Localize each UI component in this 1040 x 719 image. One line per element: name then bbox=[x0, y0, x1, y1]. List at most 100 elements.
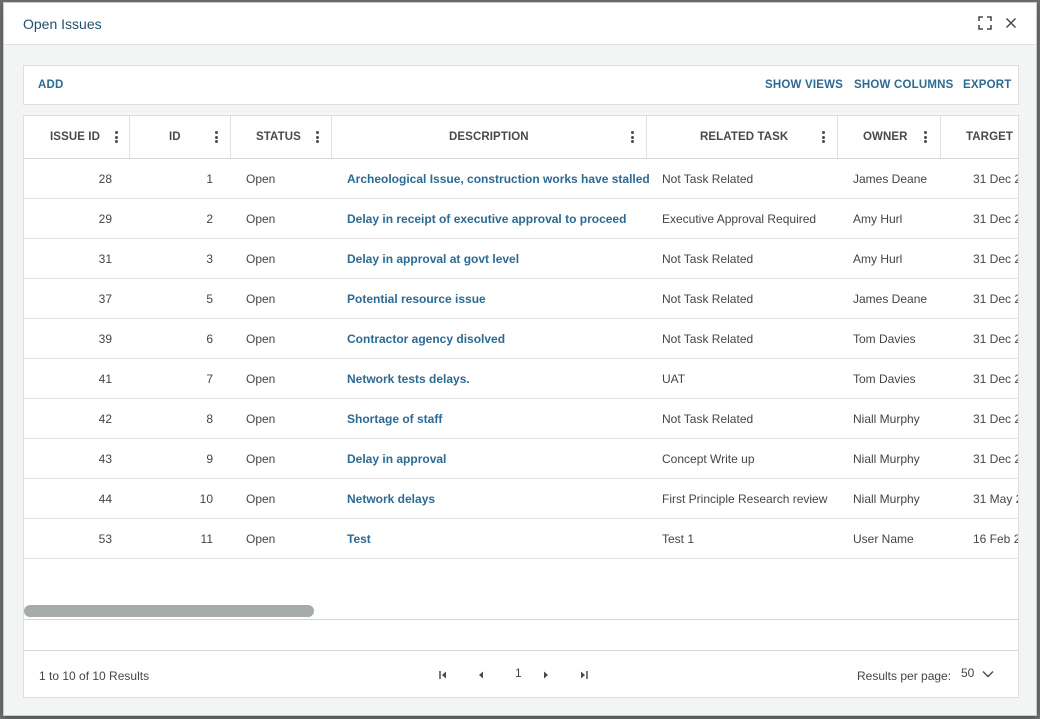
results-per-page-select[interactable]: 50 bbox=[961, 666, 1001, 684]
column-header-related-task[interactable]: RELATED TASK bbox=[647, 116, 838, 158]
next-page-icon[interactable] bbox=[538, 667, 554, 683]
cell-description[interactable]: Archeological Issue, construction works … bbox=[347, 172, 650, 186]
cell-target: 31 May 2 bbox=[973, 492, 1019, 506]
cell-id: 8 bbox=[206, 412, 213, 426]
prev-page-icon[interactable] bbox=[473, 667, 489, 683]
show-columns-button[interactable]: SHOW COLUMNS bbox=[854, 79, 954, 91]
cell-status: Open bbox=[246, 372, 276, 386]
cell-issue-id: 39 bbox=[98, 332, 112, 346]
column-header-label: OWNER bbox=[863, 131, 908, 143]
close-icon[interactable] bbox=[1003, 15, 1019, 31]
cell-issue-id: 31 bbox=[98, 252, 112, 266]
column-header-description[interactable]: DESCRIPTION bbox=[332, 116, 647, 158]
kebab-icon[interactable] bbox=[314, 131, 320, 143]
cell-owner: Amy Hurl bbox=[853, 212, 903, 226]
table-row[interactable]: 44 10 Open Network delays First Principle Re… bbox=[24, 479, 1018, 519]
cell-description[interactable]: Network delays bbox=[347, 492, 435, 506]
cell-id: 9 bbox=[206, 452, 213, 466]
cell-status: Open bbox=[246, 212, 276, 226]
current-page: 1 bbox=[515, 666, 522, 680]
table-row[interactable]: 42 8 Open Shortage of staff Not Task Related… bbox=[24, 399, 1018, 439]
column-header-target[interactable]: TARGET bbox=[941, 116, 1018, 158]
cell-id: 5 bbox=[206, 292, 213, 306]
cell-issue-id: 37 bbox=[98, 292, 112, 306]
cell-status: Open bbox=[246, 332, 276, 346]
column-header-owner[interactable]: OWNER bbox=[838, 116, 941, 158]
open-issues-dialog: Open Issues ADD SHOW VIEWS SHOW COLUMNS … bbox=[3, 2, 1037, 716]
issues-grid: ISSUE ID ID STATUS DESCRIPTION RELATED T… bbox=[23, 115, 1019, 698]
column-header-label: ISSUE ID bbox=[50, 131, 101, 143]
cell-target: 31 Dec 2 bbox=[973, 412, 1019, 426]
table-row[interactable]: 29 2 Open Delay in receipt of executive app… bbox=[24, 199, 1018, 239]
cell-id: 6 bbox=[206, 332, 213, 346]
table-row[interactable]: 43 9 Open Delay in approval Concept Write up… bbox=[24, 439, 1018, 479]
cell-owner: Amy Hurl bbox=[853, 252, 903, 266]
cell-target: 31 Dec 2 bbox=[973, 332, 1019, 346]
export-button[interactable]: EXPORT bbox=[963, 79, 1012, 91]
cell-status: Open bbox=[246, 252, 276, 266]
results-per-page-label: Results per page: bbox=[857, 669, 952, 683]
grid-header: ISSUE ID ID STATUS DESCRIPTION RELATED T… bbox=[24, 116, 1018, 159]
column-header-label: DESCRIPTION bbox=[449, 131, 529, 143]
cell-status: Open bbox=[246, 452, 276, 466]
column-header-label: ID bbox=[169, 131, 181, 143]
cell-related-task: Not Task Related bbox=[662, 252, 754, 266]
show-views-button[interactable]: SHOW VIEWS bbox=[765, 79, 843, 91]
horizontal-scrollbar[interactable] bbox=[24, 605, 314, 617]
cell-target: 16 Feb 2 bbox=[973, 532, 1019, 546]
cell-id: 11 bbox=[200, 532, 213, 546]
last-page-icon[interactable] bbox=[576, 667, 592, 683]
table-row[interactable]: 53 11 Open Test Test 1 User Name 16 Feb 2 bbox=[24, 519, 1018, 559]
column-header-label: TARGET bbox=[966, 131, 1014, 143]
column-header-status[interactable]: STATUS bbox=[231, 116, 332, 158]
cell-id: 7 bbox=[206, 372, 213, 386]
kebab-icon[interactable] bbox=[629, 131, 635, 143]
cell-related-task: Test 1 bbox=[662, 532, 695, 546]
kebab-icon[interactable] bbox=[213, 131, 219, 143]
table-row[interactable]: 28 1 Open Archeological Issue, construction… bbox=[24, 159, 1018, 199]
cell-description[interactable]: Contractor agency disolved bbox=[347, 332, 505, 346]
cell-related-task: Not Task Related bbox=[662, 172, 754, 186]
table-row[interactable]: 37 5 Open Potential resource issue Not Task … bbox=[24, 279, 1018, 319]
cell-target: 31 Dec 2 bbox=[973, 452, 1019, 466]
cell-related-task: UAT bbox=[662, 372, 686, 386]
cell-issue-id: 41 bbox=[98, 372, 112, 386]
cell-target: 31 Dec 2 bbox=[973, 372, 1019, 386]
table-row[interactable]: 31 3 Open Delay in approval at govt level No… bbox=[24, 239, 1018, 279]
kebab-icon[interactable] bbox=[922, 131, 928, 143]
kebab-icon[interactable] bbox=[113, 131, 119, 143]
column-header-id[interactable]: ID bbox=[130, 116, 231, 158]
cell-target: 31 Dec 2 bbox=[973, 252, 1019, 266]
cell-owner: Niall Murphy bbox=[853, 492, 920, 506]
cell-status: Open bbox=[246, 292, 276, 306]
cell-issue-id: 29 bbox=[98, 212, 112, 226]
cell-id: 3 bbox=[206, 252, 213, 266]
cell-issue-id: 44 bbox=[98, 492, 112, 506]
cell-owner: Tom Davies bbox=[853, 332, 916, 346]
cell-related-task: Not Task Related bbox=[662, 332, 754, 346]
cell-id: 1 bbox=[206, 172, 213, 186]
table-row[interactable]: 39 6 Open Contractor agency disolved Not Tas… bbox=[24, 319, 1018, 359]
cell-description[interactable]: Potential resource issue bbox=[347, 292, 486, 306]
column-header-issue-id[interactable]: ISSUE ID bbox=[24, 116, 130, 158]
cell-description[interactable]: Test bbox=[347, 532, 371, 546]
cell-description[interactable]: Delay in approval at govt level bbox=[347, 252, 519, 266]
first-page-icon[interactable] bbox=[435, 667, 451, 683]
cell-id: 2 bbox=[206, 212, 213, 226]
maximize-icon[interactable] bbox=[977, 15, 993, 31]
grid-toolbar: ADD SHOW VIEWS SHOW COLUMNS EXPORT bbox=[23, 65, 1019, 105]
kebab-icon[interactable] bbox=[820, 131, 826, 143]
cell-description[interactable]: Network tests delays. bbox=[347, 372, 470, 386]
cell-target: 31 Dec 2 bbox=[973, 212, 1019, 226]
table-row[interactable]: 41 7 Open Network tests delays. UAT Tom Davie… bbox=[24, 359, 1018, 399]
column-header-label: STATUS bbox=[256, 131, 301, 143]
cell-description[interactable]: Shortage of staff bbox=[347, 412, 442, 426]
add-button[interactable]: ADD bbox=[38, 79, 64, 91]
column-header-label: RELATED TASK bbox=[700, 131, 789, 143]
cell-related-task: First Principle Research review bbox=[662, 492, 828, 506]
cell-description[interactable]: Delay in approval bbox=[347, 452, 446, 466]
cell-description[interactable]: Delay in receipt of executive approval t… bbox=[347, 212, 626, 226]
cell-owner: James Deane bbox=[853, 172, 928, 186]
cell-status: Open bbox=[246, 172, 276, 186]
cell-id: 10 bbox=[199, 492, 213, 506]
